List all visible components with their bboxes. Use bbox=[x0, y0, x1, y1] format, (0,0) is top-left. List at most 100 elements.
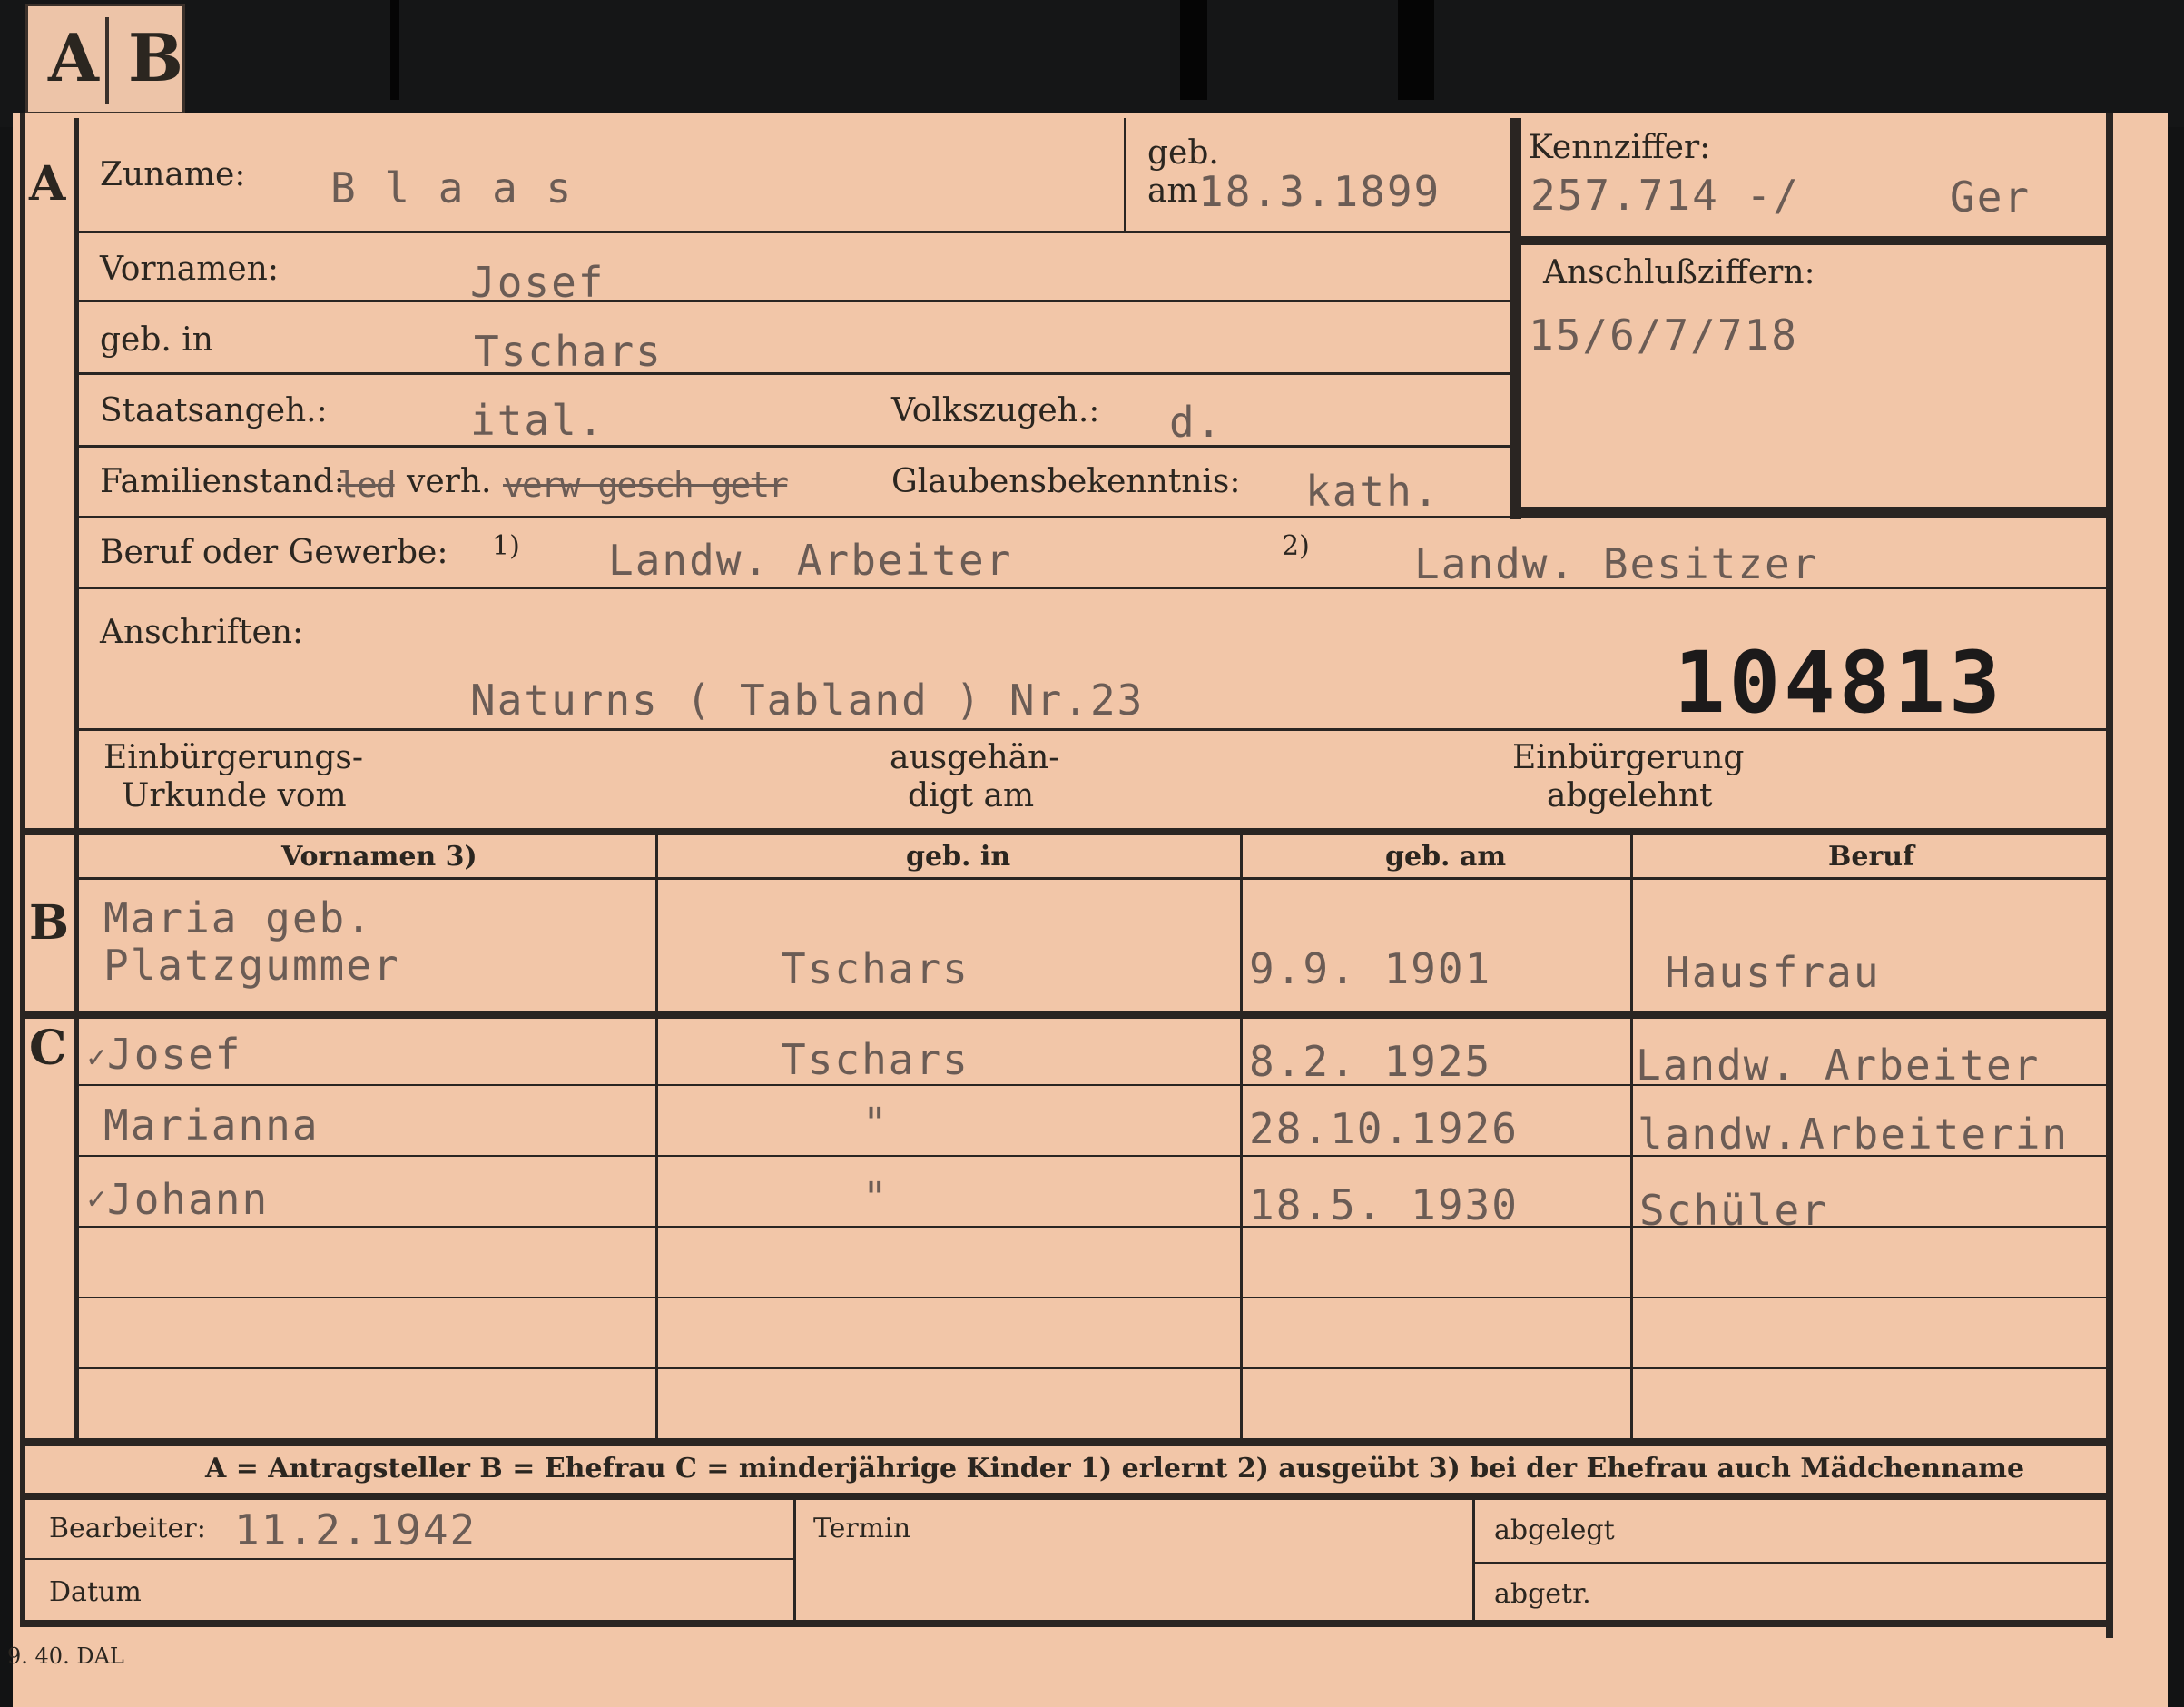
familienstand-struck-rest: verw gesch getr bbox=[503, 465, 789, 505]
header-geb-in: geb. in bbox=[906, 841, 1011, 873]
spouse-name-line-2: Platzgummer bbox=[103, 941, 400, 990]
row-line bbox=[76, 516, 2110, 518]
footer-col-line bbox=[793, 1500, 796, 1620]
ausgehaendigt-label-2: digt am bbox=[908, 777, 1035, 814]
table-col-line bbox=[1630, 835, 1633, 1438]
termin-label: Termin bbox=[813, 1513, 911, 1544]
index-tab-ab: A B bbox=[25, 4, 185, 114]
staatsangeh-value: ital. bbox=[470, 396, 605, 445]
child-3-geb-am: 18.5. 1930 bbox=[1249, 1180, 1519, 1229]
footer-row-line bbox=[25, 1558, 793, 1560]
einbuergerungsurkunde-label-2: Urkunde vom bbox=[122, 777, 347, 814]
bearbeiter-value: 11.2.1942 bbox=[234, 1505, 477, 1554]
abgelegt-label: abgelegt bbox=[1494, 1515, 1615, 1546]
frame-right bbox=[2106, 113, 2113, 1638]
footnote-2-marker: 2) bbox=[1282, 530, 1310, 562]
spouse-geb-in: Tschars bbox=[781, 944, 969, 993]
section-label-b: B bbox=[29, 895, 69, 951]
child-1-beruf: Landw. Arbeiter bbox=[1636, 1041, 2041, 1090]
child-1-geb-in: Tschars bbox=[781, 1035, 969, 1084]
zuname-label: Zuname: bbox=[100, 156, 246, 193]
section-label-c: C bbox=[29, 1021, 67, 1076]
einbuergerung-abgelehnt-label-2: abgelehnt bbox=[1547, 777, 1713, 814]
child-1-name: Josef bbox=[107, 1030, 242, 1079]
print-mark: 9. 40. DAL bbox=[7, 1643, 124, 1669]
legend-bottom-line bbox=[20, 1493, 2113, 1500]
geb-in-value: Tschars bbox=[474, 327, 663, 376]
datum-label: Datum bbox=[49, 1576, 142, 1608]
kennziffer-suffix: Ger bbox=[1950, 173, 2032, 222]
geb-am-label: am bbox=[1147, 173, 1198, 210]
row-line bbox=[76, 1297, 2110, 1298]
beruf-1-value: Landw. Arbeiter bbox=[608, 536, 1013, 585]
section-label-a: A bbox=[29, 156, 66, 212]
legend-top-line bbox=[20, 1438, 2113, 1446]
registration-number: 104813 bbox=[1674, 634, 2004, 733]
checkmark-icon: ✓ bbox=[85, 1042, 109, 1074]
child-1-geb-am: 8.2. 1925 bbox=[1249, 1037, 1492, 1086]
vornamen-label: Vornamen: bbox=[100, 251, 279, 288]
volkszugeh-value: d. bbox=[1169, 398, 1224, 447]
geb-divider bbox=[1124, 118, 1126, 231]
zuname-value: B l a a s bbox=[330, 163, 574, 212]
bearbeiter-label: Bearbeiter: bbox=[49, 1513, 206, 1544]
geb-label: geb. bbox=[1147, 134, 1219, 172]
header-vornamen: Vornamen 3) bbox=[281, 841, 477, 873]
footnote-1-marker: 1) bbox=[492, 530, 520, 562]
child-2-beruf: landw.Arbeiterin bbox=[1638, 1110, 2070, 1159]
child-2-name: Marianna bbox=[103, 1100, 320, 1150]
frame-left bbox=[20, 113, 25, 1625]
kennziffer-box-divider bbox=[1510, 118, 1521, 519]
child-3-beruf: Schüler bbox=[1639, 1186, 1828, 1235]
kennziffer-box-line bbox=[1520, 236, 2110, 245]
tab-letter-a: A bbox=[48, 19, 99, 96]
familienstand-struck-led: led bbox=[338, 465, 397, 505]
glaubensbekenntnis-label: Glaubensbekenntnis: bbox=[891, 463, 1241, 500]
table-header-line bbox=[76, 877, 2110, 880]
footer-row-line bbox=[1474, 1562, 2110, 1564]
staatsangeh-label: Staatsangeh.: bbox=[100, 392, 328, 429]
row-line bbox=[76, 728, 2110, 731]
frame-bottom bbox=[20, 1620, 2113, 1627]
spouse-name-line-1: Maria geb. bbox=[103, 893, 373, 942]
kennziffer-value: 257.714 -/ bbox=[1530, 171, 1800, 220]
ausgehaendigt-label-1: ausgehän- bbox=[890, 739, 1060, 776]
table-col-line bbox=[1240, 835, 1243, 1438]
row-line bbox=[76, 587, 2110, 589]
geb-am-value: 18.3.1899 bbox=[1198, 167, 1441, 216]
strip-shadow bbox=[1398, 0, 1434, 100]
tab-letter-b: B bbox=[128, 19, 183, 96]
glaubensbekenntnis-value: kath. bbox=[1305, 467, 1441, 516]
header-beruf: Beruf bbox=[1828, 841, 1914, 873]
section-column-divider bbox=[74, 118, 79, 1444]
header-geb-am: geb. am bbox=[1385, 841, 1507, 873]
beruf-2-value: Landw. Besitzer bbox=[1414, 539, 1819, 588]
row-line bbox=[76, 1367, 2110, 1369]
row-line bbox=[76, 231, 1514, 233]
kennziffer-label: Kennziffer: bbox=[1529, 129, 1711, 166]
row-line bbox=[76, 300, 1514, 302]
child-2-geb-in: " bbox=[862, 1099, 890, 1148]
child-3-geb-in: " bbox=[862, 1173, 890, 1222]
row-line bbox=[76, 445, 1514, 448]
anschrift-value: Naturns ( Tabland ) Nr.23 bbox=[470, 676, 1145, 725]
section-divider-bc bbox=[20, 1011, 2113, 1019]
einbuergerungsurkunde-label-1: Einbürgerungs- bbox=[103, 739, 364, 776]
child-3-name: Johann bbox=[107, 1175, 270, 1224]
einbuergerung-abgelehnt-label-1: Einbürgerung bbox=[1512, 739, 1745, 776]
footer-col-line bbox=[1472, 1500, 1475, 1620]
dark-background-strip bbox=[0, 0, 2184, 127]
volkszugeh-label: Volkszugeh.: bbox=[891, 392, 1100, 429]
registration-card: A Zuname: B l a a s geb. am 18.3.1899 Ke… bbox=[7, 113, 2168, 1707]
spouse-beruf: Hausfrau bbox=[1665, 948, 1881, 997]
familienstand-verh: verh. bbox=[407, 463, 492, 500]
checkmark-icon: ✓ bbox=[85, 1184, 109, 1216]
section-divider-ab bbox=[20, 828, 2113, 835]
tab-divider bbox=[105, 17, 109, 104]
table-col-line bbox=[655, 835, 658, 1438]
anschlussziffern-label: Anschlußziffern: bbox=[1543, 254, 1815, 291]
strip-shadow bbox=[1180, 0, 1207, 100]
familienstand-label: Familienstand: bbox=[100, 463, 345, 500]
anschlussziffern-value: 15/6/7/718 bbox=[1529, 311, 1798, 360]
strip-shadow bbox=[390, 0, 399, 100]
